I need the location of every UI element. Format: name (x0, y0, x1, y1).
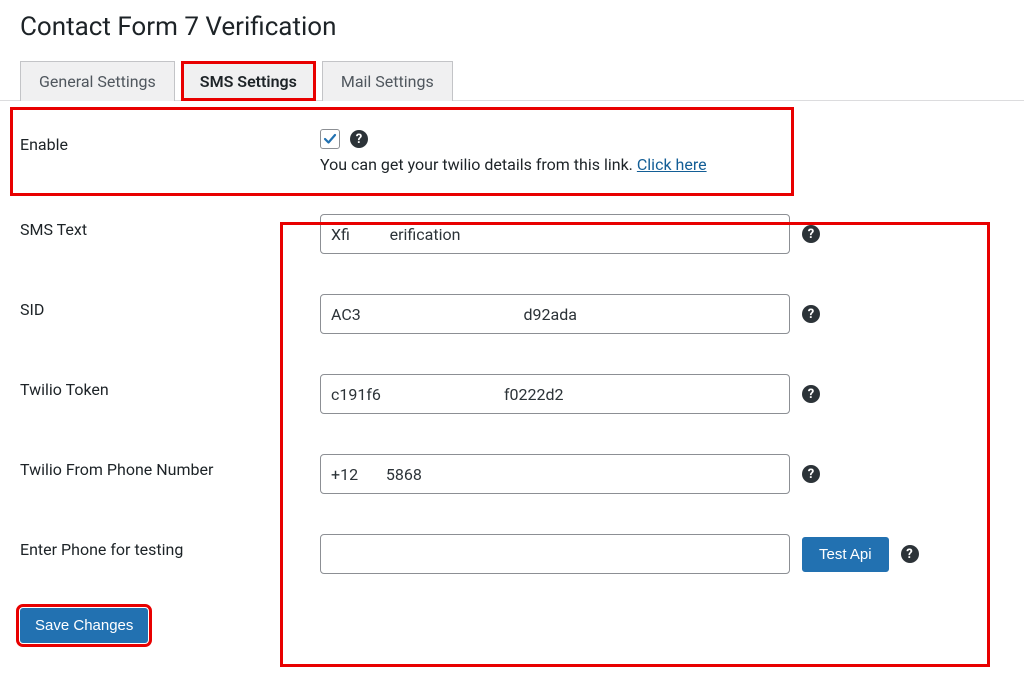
sms-text-input[interactable] (320, 214, 790, 254)
test-api-button[interactable]: Test Api (802, 537, 889, 572)
help-icon[interactable]: ? (901, 545, 919, 563)
sid-input[interactable] (320, 294, 790, 334)
row-twilio-from: Twilio From Phone Number ? (20, 434, 1004, 514)
tabs: General Settings SMS Settings Mail Setti… (0, 60, 1024, 101)
label-twilio-from: Twilio From Phone Number (20, 454, 320, 479)
label-test-phone: Enter Phone for testing (20, 534, 320, 559)
enable-checkbox[interactable] (320, 129, 340, 149)
row-twilio-token: Twilio Token ? (20, 354, 1004, 434)
help-icon[interactable]: ? (350, 130, 368, 148)
twilio-details-link[interactable]: Click here (637, 155, 707, 174)
row-test-phone: Enter Phone for testing Test Api ? (20, 514, 1004, 594)
row-enable: Enable ? You can get your twilio details… (12, 109, 792, 194)
tab-mail-settings[interactable]: Mail Settings (322, 61, 453, 101)
page-title: Contact Form 7 Verification (20, 12, 1004, 42)
row-save: Save Changes (20, 594, 1004, 657)
label-enable: Enable (20, 129, 320, 154)
help-icon[interactable]: ? (802, 385, 820, 403)
enable-hint: You can get your twilio details from thi… (320, 155, 707, 174)
settings-form: Enable ? You can get your twilio details… (20, 101, 1004, 657)
help-icon[interactable]: ? (802, 465, 820, 483)
test-phone-input[interactable] (320, 534, 790, 574)
help-icon[interactable]: ? (802, 225, 820, 243)
twilio-from-input[interactable] (320, 454, 790, 494)
tab-sms-settings[interactable]: SMS Settings (181, 61, 316, 101)
label-sid: SID (20, 294, 320, 319)
save-changes-button[interactable]: Save Changes (20, 608, 148, 643)
twilio-token-input[interactable] (320, 374, 790, 414)
tab-general-settings[interactable]: General Settings (20, 61, 175, 101)
label-twilio-token: Twilio Token (20, 374, 320, 399)
help-icon[interactable]: ? (802, 305, 820, 323)
label-sms-text: SMS Text (20, 214, 320, 239)
row-sid: SID ? (20, 274, 1004, 354)
row-sms-text: SMS Text ? (20, 194, 1004, 274)
